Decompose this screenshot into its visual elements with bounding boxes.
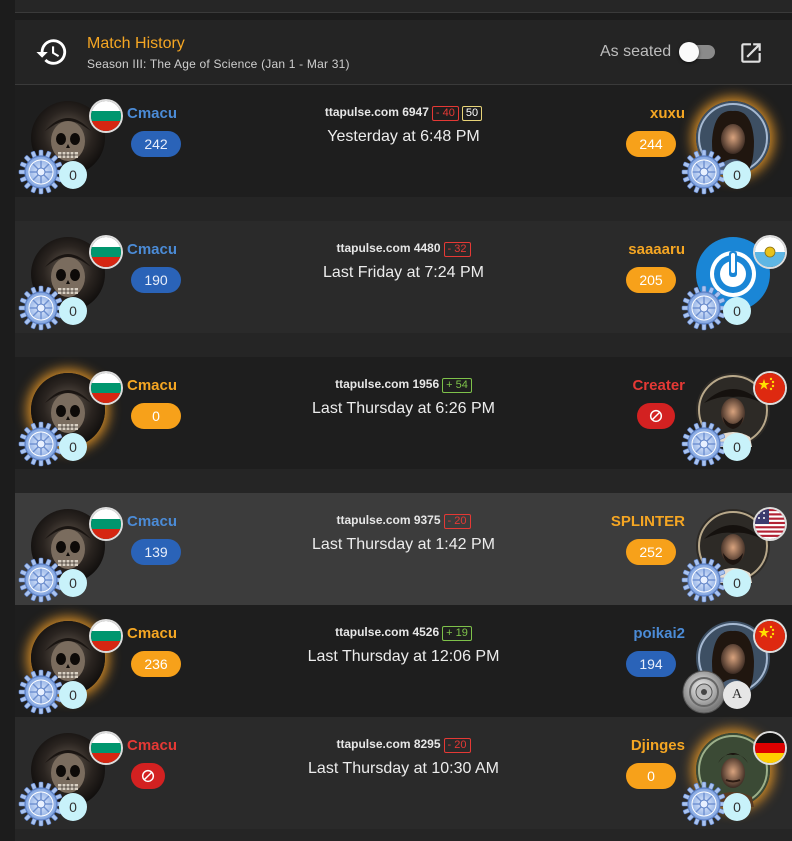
match-row[interactable]: 0 Cmacu 0 ttapulse.com 1956 + 54 Last Thursda… xyxy=(15,357,792,469)
history-icon xyxy=(36,39,67,65)
toggle-knob[interactable] xyxy=(679,42,699,62)
opponent-score: 252 xyxy=(626,539,676,565)
gear-rank-icon xyxy=(681,285,727,331)
rank-badge: 0 xyxy=(723,793,751,821)
game-id[interactable]: ttapulse.com 4480 xyxy=(336,241,440,255)
usa-flag-icon xyxy=(755,509,785,539)
opponent-name[interactable]: xuxu xyxy=(650,105,685,122)
china-flag-icon xyxy=(755,373,785,403)
gear-rank-icon xyxy=(18,149,64,195)
opponent-name[interactable]: poikai2 xyxy=(633,625,685,642)
match-time: Last Thursday at 6:26 PM xyxy=(312,400,495,417)
gear-rank-icon xyxy=(18,781,64,827)
germany-flag-icon xyxy=(755,733,785,763)
game-id[interactable]: ttapulse.com 4526 xyxy=(335,625,439,639)
gear-rank-icon xyxy=(681,557,727,603)
opponent-name[interactable]: SPLINTER xyxy=(611,513,685,530)
opponent-score: 0 xyxy=(626,763,676,789)
san-marino-flag-icon xyxy=(755,237,785,267)
gear-rank-icon xyxy=(18,421,64,467)
rank-badge: 0 xyxy=(723,297,751,325)
match-history-header: Match History Season III: The Age of Sci… xyxy=(15,20,792,85)
match-row[interactable]: 0 Cmacu 236 ttapulse.com 4526 + 19 Last Thurs… xyxy=(15,605,792,717)
opponent-name[interactable]: saaaaru xyxy=(628,241,685,258)
match-row[interactable]: 0 Cmacu 139 ttapulse.com 9375- 20 Last Thurs… xyxy=(15,493,792,605)
rank-badge: 0 xyxy=(59,161,87,189)
rank-badge: 0 xyxy=(723,161,751,189)
gear-rank-icon xyxy=(18,669,64,715)
gear-rank-icon xyxy=(681,781,727,827)
rank-badge: 0 xyxy=(59,793,87,821)
opponent-score: 244 xyxy=(626,131,676,157)
gear-rank-icon xyxy=(681,149,727,195)
forfeit-icon xyxy=(649,409,663,423)
rank-badge: 0 xyxy=(59,681,87,709)
rating-delta: - 20 xyxy=(443,738,471,753)
rating-delta: - 40 xyxy=(431,106,459,121)
as-seated-toggle[interactable] xyxy=(679,42,715,62)
match-row[interactable]: 0 Cmacu 190 ttapulse.com 4480- 32 Last Frida… xyxy=(15,221,792,333)
forfeit-badge xyxy=(637,403,675,429)
gear-rank-icon xyxy=(18,557,64,603)
rating-delta: + 54 xyxy=(442,378,472,393)
opponent-score: 194 xyxy=(626,651,676,677)
page-title: Match History xyxy=(87,35,185,52)
game-id[interactable]: ttapulse.com 9375 xyxy=(336,513,440,527)
opponent-name[interactable]: Djinges xyxy=(631,737,685,754)
steel-rank-icon xyxy=(681,669,727,715)
open-external-icon[interactable] xyxy=(738,40,764,66)
opponent-name[interactable]: Creater xyxy=(632,377,685,394)
rating-delta: - 32 xyxy=(443,242,471,257)
previous-panel-edge xyxy=(15,0,792,13)
rank-badge: A xyxy=(723,681,751,709)
opponent-score: 205 xyxy=(626,267,676,293)
game-id[interactable]: ttapulse.com 1956 xyxy=(335,377,439,391)
match-row[interactable]: 0 Cmacu ttapulse.com 8295- 20 Last Thursday… xyxy=(15,717,792,829)
rating-delta: - 20 xyxy=(443,514,471,529)
match-history-panel: Match History Season III: The Age of Sci… xyxy=(15,20,792,841)
rank-badge: 0 xyxy=(723,433,751,461)
game-tag-badge: 50 xyxy=(461,106,483,121)
gear-rank-icon xyxy=(681,421,727,467)
match-row[interactable]: 0 Cmacu 242 ttapulse.com 6947- 40 50 Yesterda… xyxy=(15,85,792,197)
rank-badge: 0 xyxy=(59,569,87,597)
rank-badge: 0 xyxy=(59,433,87,461)
gear-rank-icon xyxy=(18,285,64,331)
as-seated-label: As seated xyxy=(600,43,672,60)
season-subtitle: Season III: The Age of Science (Jan 1 - … xyxy=(87,57,350,71)
game-id[interactable]: ttapulse.com 6947 xyxy=(325,105,429,119)
rank-badge: 0 xyxy=(723,569,751,597)
game-id[interactable]: ttapulse.com 8295 xyxy=(336,737,440,751)
rating-delta: + 19 xyxy=(442,626,472,641)
china-flag-icon xyxy=(755,621,785,651)
rank-badge: 0 xyxy=(59,297,87,325)
